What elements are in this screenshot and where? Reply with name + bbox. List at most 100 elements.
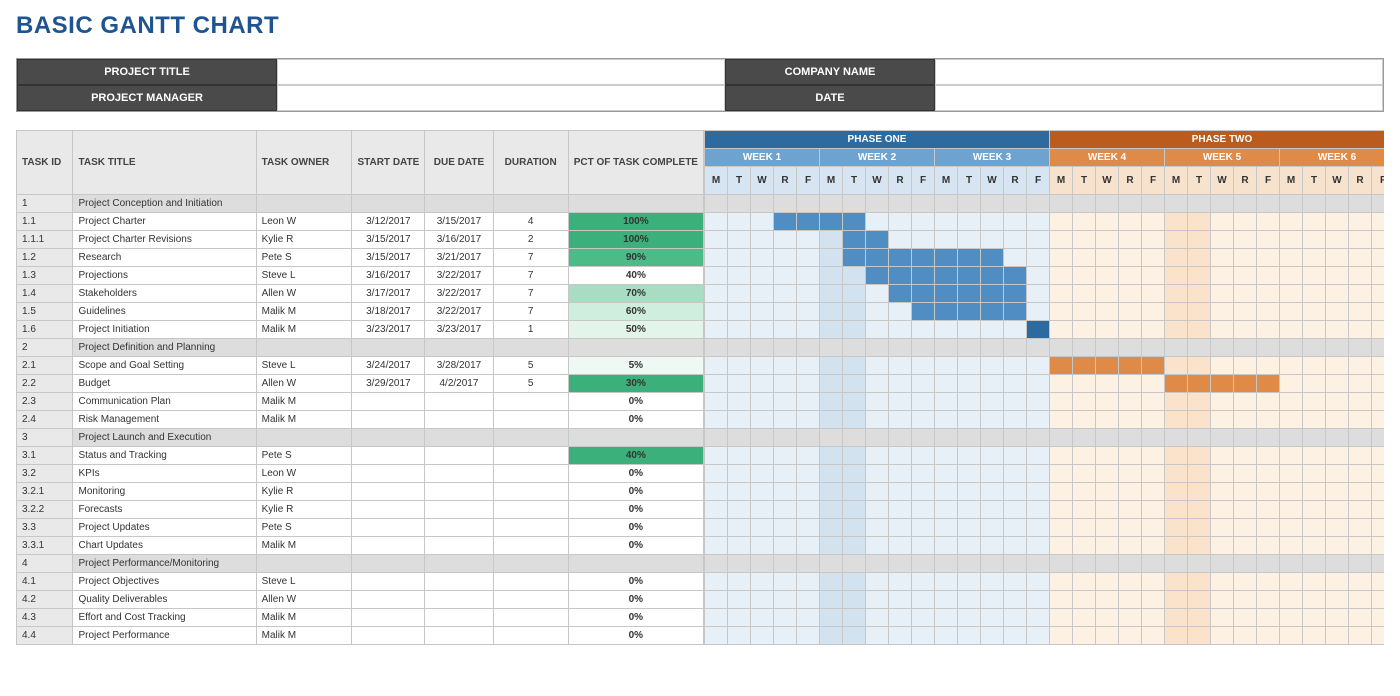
gantt-cell[interactable] [1372,465,1385,483]
gantt-cell[interactable] [958,519,981,537]
gantt-cell[interactable] [912,519,935,537]
gantt-cell[interactable] [774,357,797,375]
gantt-cell[interactable] [1211,519,1234,537]
gantt-cell[interactable] [1372,267,1385,285]
gantt-cell[interactable] [1096,321,1119,339]
gantt-cell[interactable] [1073,231,1096,249]
gantt-cell[interactable] [1257,267,1280,285]
gantt-cell[interactable] [820,267,843,285]
gantt-cell[interactable] [751,447,774,465]
gantt-cell[interactable] [1211,501,1234,519]
gantt-cell[interactable] [1280,483,1303,501]
gantt-cell[interactable] [1326,573,1349,591]
gantt-cell[interactable] [843,591,866,609]
gantt-cell[interactable] [797,375,820,393]
gantt-cell[interactable] [958,339,981,357]
gantt-cell[interactable] [958,591,981,609]
gantt-cell[interactable] [912,393,935,411]
gantt-cell[interactable] [705,267,728,285]
gantt-cell[interactable] [1119,213,1142,231]
gantt-cell[interactable] [820,591,843,609]
gantt-cell[interactable] [1142,285,1165,303]
gantt-cell[interactable] [1165,339,1188,357]
gantt-cell[interactable] [1027,429,1050,447]
gantt-cell[interactable] [1050,447,1073,465]
gantt-cell[interactable] [1349,537,1372,555]
table-row[interactable]: 2.1Scope and Goal SettingSteve L3/24/201… [17,357,704,375]
gantt-cell[interactable] [1372,375,1385,393]
gantt-cell[interactable] [728,591,751,609]
gantt-cell[interactable] [774,573,797,591]
gantt-cell[interactable] [1211,609,1234,627]
gantt-cell[interactable] [981,339,1004,357]
table-row[interactable]: 2.4Risk ManagementMalik M0% [17,411,704,429]
gantt-cell[interactable] [1027,249,1050,267]
gantt-cell[interactable] [1142,537,1165,555]
gantt-cell[interactable] [1280,501,1303,519]
gantt-cell[interactable] [1303,285,1326,303]
gantt-cell[interactable] [728,393,751,411]
gantt-cell[interactable] [1142,267,1165,285]
gantt-cell[interactable] [958,429,981,447]
gantt-cell[interactable] [705,591,728,609]
gantt-cell[interactable] [1303,303,1326,321]
gantt-cell[interactable] [843,609,866,627]
gantt-cell[interactable] [1211,231,1234,249]
gantt-cell[interactable] [1303,627,1326,645]
gantt-cell[interactable] [1165,447,1188,465]
gantt-cell[interactable] [1257,501,1280,519]
gantt-cell[interactable] [981,357,1004,375]
gantt-cell[interactable] [866,447,889,465]
gantt-cell[interactable] [751,429,774,447]
gantt-cell[interactable] [1050,429,1073,447]
gantt-cell[interactable] [1372,573,1385,591]
gantt-cell[interactable] [1280,303,1303,321]
value-date[interactable] [935,85,1383,111]
gantt-cell[interactable] [981,591,1004,609]
gantt-cell[interactable] [1257,627,1280,645]
gantt-cell[interactable] [981,303,1004,321]
gantt-cell[interactable] [1165,303,1188,321]
gantt-cell[interactable] [1004,465,1027,483]
gantt-cell[interactable] [981,501,1004,519]
gantt-cell[interactable] [1349,393,1372,411]
gantt-cell[interactable] [820,537,843,555]
gantt-cell[interactable] [981,483,1004,501]
gantt-cell[interactable] [1326,321,1349,339]
gantt-cell[interactable] [958,573,981,591]
gantt-cell[interactable] [1234,537,1257,555]
gantt-cell[interactable] [1165,555,1188,573]
gantt-cell[interactable] [1211,321,1234,339]
gantt-cell[interactable] [1188,591,1211,609]
gantt-cell[interactable] [1004,519,1027,537]
gantt-cell[interactable] [774,231,797,249]
gantt-cell[interactable] [1004,195,1027,213]
gantt-cell[interactable] [1211,483,1234,501]
gantt-cell[interactable] [1211,213,1234,231]
gantt-cell[interactable] [705,339,728,357]
gantt-cell[interactable] [1027,465,1050,483]
gantt-cell[interactable] [751,591,774,609]
gantt-cell[interactable] [820,519,843,537]
gantt-cell[interactable] [1372,519,1385,537]
gantt-cell[interactable] [1165,321,1188,339]
gantt-cell[interactable] [1142,249,1165,267]
gantt-cell[interactable] [1211,285,1234,303]
gantt-cell[interactable] [912,267,935,285]
gantt-cell[interactable] [751,555,774,573]
gantt-cell[interactable] [935,501,958,519]
gantt-cell[interactable] [1119,429,1142,447]
gantt-cell[interactable] [866,231,889,249]
gantt-cell[interactable] [843,555,866,573]
gantt-cell[interactable] [1303,447,1326,465]
gantt-cell[interactable] [797,285,820,303]
gantt-cell[interactable] [1280,609,1303,627]
gantt-cell[interactable] [1280,213,1303,231]
gantt-cell[interactable] [1096,591,1119,609]
gantt-cell[interactable] [1050,627,1073,645]
gantt-cell[interactable] [774,501,797,519]
gantt-cell[interactable] [1004,483,1027,501]
gantt-cell[interactable] [1257,393,1280,411]
gantt-cell[interactable] [1188,195,1211,213]
gantt-cell[interactable] [774,627,797,645]
